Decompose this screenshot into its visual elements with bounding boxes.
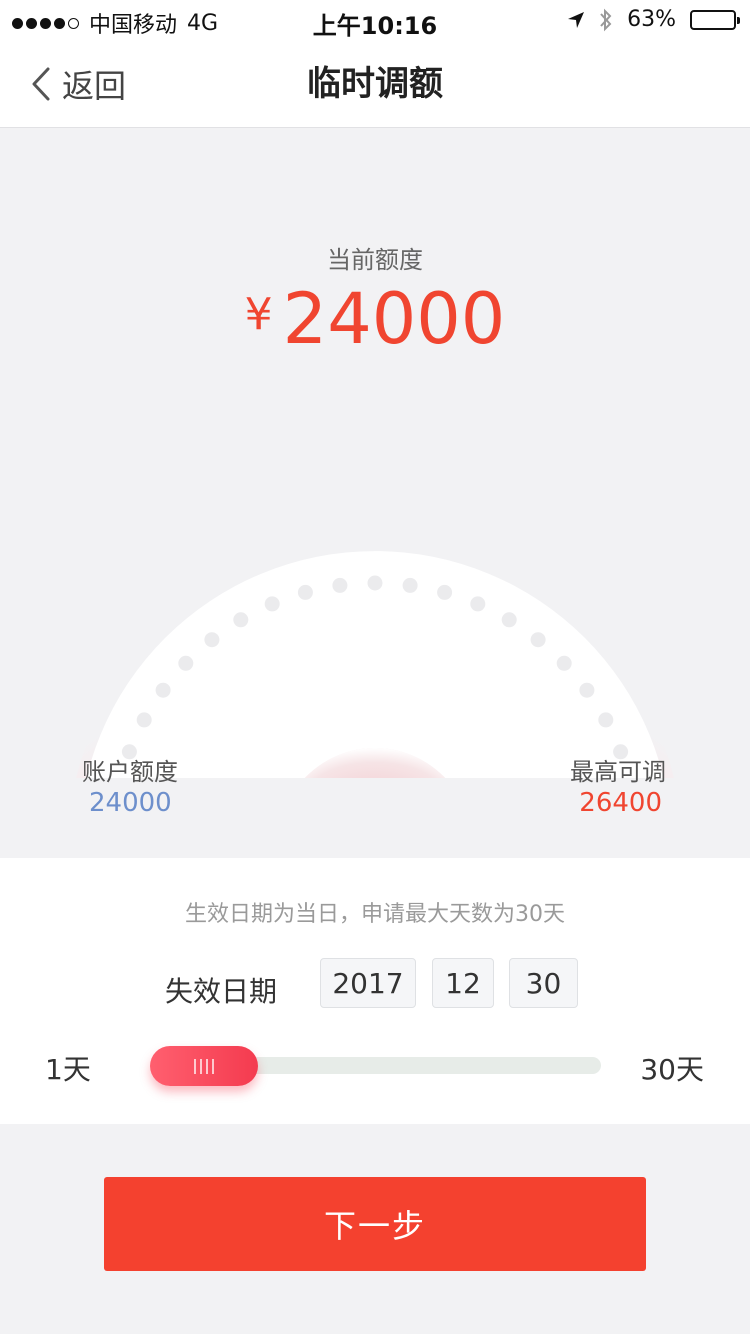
gauge-tick-dot: [204, 632, 220, 648]
expiry-day-field[interactable]: 30: [509, 958, 578, 1008]
location-arrow-icon: [568, 11, 585, 28]
gauge-tick-dot: [367, 575, 383, 591]
gauge-tick-dot: [470, 596, 486, 612]
next-step-button[interactable]: 下一步: [104, 1177, 646, 1271]
limit-gauge[interactable]: [0, 398, 750, 778]
status-right: 63%: [567, 7, 740, 32]
chevron-left-icon: [32, 67, 50, 101]
gauge-tick-dot: [136, 712, 152, 728]
bluetooth-icon: [600, 8, 612, 31]
gauge-tick-dot: [579, 682, 595, 698]
gauge-tick-dot: [233, 612, 249, 628]
gauge-tick-dot: [402, 577, 418, 593]
gauge-tick-dot: [264, 596, 280, 612]
status-bar: 中国移动 4G 上午10:16 63%: [0, 0, 750, 40]
back-button[interactable]: 返回: [30, 40, 126, 128]
current-limit-value: 24000: [282, 278, 506, 360]
max-limit-label: 最高可调: [570, 758, 666, 786]
battery-icon: [690, 9, 740, 30]
currency-symbol: ¥: [244, 289, 273, 340]
expiry-year-field[interactable]: 2017: [320, 958, 416, 1008]
current-limit-label: 当前额度: [327, 246, 423, 274]
battery-percent: 63%: [627, 7, 676, 32]
duration-panel: 生效日期为当日，申请最大天数为30天 失效日期 2017 12 30 1天 30…: [0, 858, 750, 1124]
gauge-tick-dot: [155, 682, 171, 698]
gauge-tick-dot: [556, 655, 572, 671]
slider-min-label: 1天: [45, 1053, 91, 1086]
gauge-tick-dot: [178, 655, 194, 671]
nav-bar: 返回 临时调额: [0, 40, 750, 128]
current-limit-amount: ¥24000: [0, 278, 750, 360]
slider-max-label: 30天: [640, 1053, 704, 1086]
expiry-month-field[interactable]: 12: [432, 958, 494, 1008]
gauge-tick-dot: [332, 577, 348, 593]
limit-gauge-section: 当前额度 ¥24000 账户额度 24000 最高可调 26400: [0, 128, 750, 858]
account-limit-value: 24000: [89, 788, 172, 818]
days-slider-thumb[interactable]: [150, 1046, 258, 1086]
gauge-tick-dot: [598, 712, 614, 728]
back-label: 返回: [62, 67, 127, 105]
gauge-tick-dot: [501, 612, 517, 628]
gauge-tick-dot: [437, 584, 453, 600]
gauge-tick-dot: [530, 632, 546, 648]
account-limit-label: 账户额度: [82, 758, 178, 786]
duration-note: 生效日期为当日，申请最大天数为30天: [185, 902, 565, 927]
gauge-tick-dot: [297, 584, 313, 600]
expiry-date-label: 失效日期: [165, 975, 278, 1008]
max-limit-value: 26400: [579, 788, 662, 818]
